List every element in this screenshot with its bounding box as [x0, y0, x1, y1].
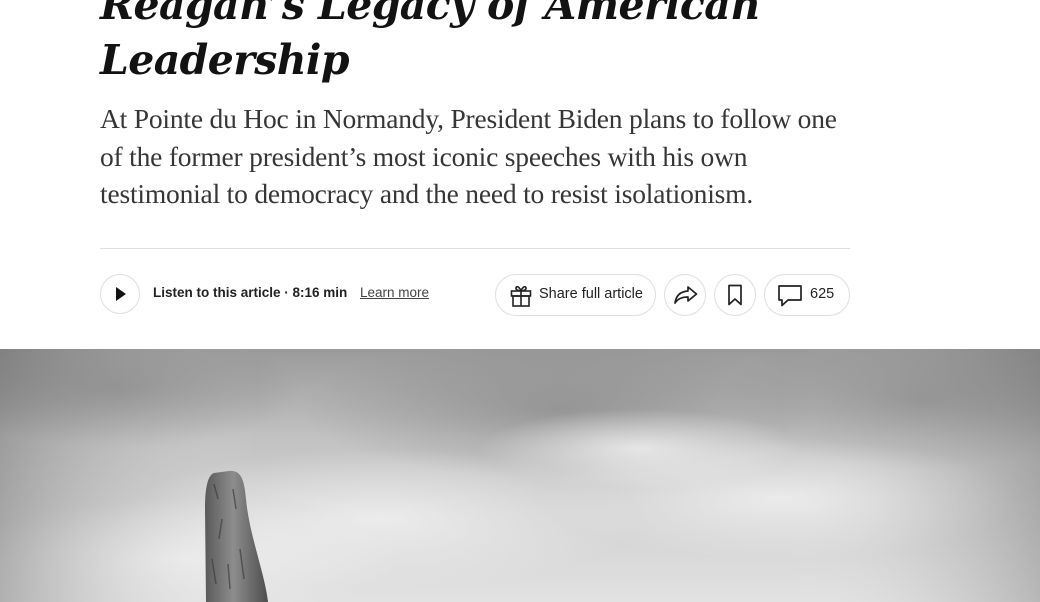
share-full-article-button[interactable]: Share full article [495, 274, 656, 316]
headline-line-1: Reagan’s Legacy of American [100, 0, 760, 29]
learn-more-link[interactable]: Learn more [360, 285, 429, 300]
lead-photo [0, 349, 1040, 602]
comments-button[interactable]: 625 [764, 274, 850, 316]
save-button[interactable] [714, 274, 756, 316]
comment-bubble-icon [778, 285, 802, 307]
headline-line-2: Leadership [100, 36, 350, 84]
listen-label: Listen to this article · 8:16 min [153, 285, 348, 300]
article-summary: At Pointe du Hoc in Normandy, President … [100, 103, 837, 209]
divider [100, 248, 850, 249]
bookmark-icon [728, 284, 742, 306]
article-toolbar: Listen to this article · 8:16 min Learn … [100, 274, 850, 316]
comment-count: 625 [810, 286, 835, 302]
play-icon [116, 287, 126, 301]
share-full-article-label: Share full article [539, 286, 643, 302]
listen-play-button[interactable] [100, 274, 140, 314]
headline: Reagan’s Legacy of American Leadership [100, 0, 860, 88]
share-button[interactable] [664, 274, 706, 316]
gift-icon [510, 285, 532, 307]
share-arrow-icon [674, 286, 698, 304]
